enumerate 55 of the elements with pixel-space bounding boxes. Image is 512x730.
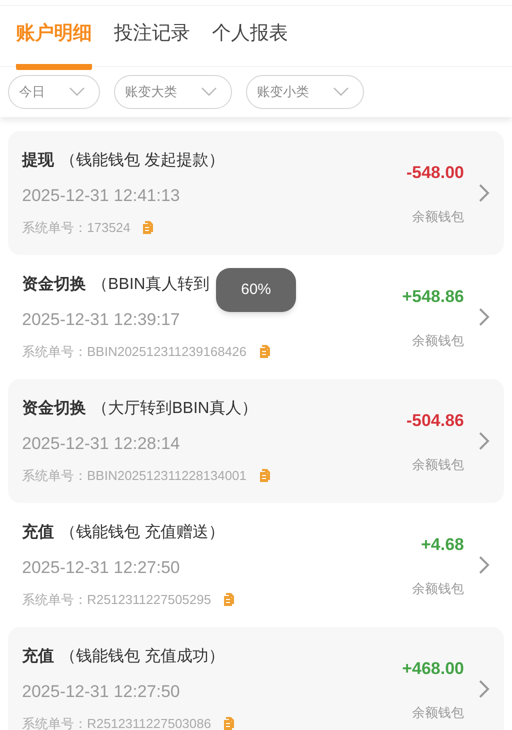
record-detail: （大厅转到BBIN真人）: [92, 398, 258, 418]
amount: -504.86: [406, 410, 464, 432]
wallet-label: 余额钱包: [412, 456, 464, 474]
record-detail: （钱能钱包 发起提款）: [60, 150, 224, 170]
record-detail: （钱能钱包 充值成功）: [60, 646, 224, 666]
record-detail: （BBIN真人转到: [92, 274, 210, 294]
filter-dropdown[interactable]: 账变大类: [114, 75, 232, 109]
wallet-label: 余额钱包: [412, 580, 464, 598]
filter-dropdown[interactable]: 今日: [8, 75, 100, 109]
order-label: 系统单号：: [22, 343, 87, 361]
amount: +4.68: [420, 534, 464, 556]
order-number: 173524: [87, 219, 130, 237]
order-number: R2512311227505295: [87, 591, 212, 609]
tab[interactable]: 投注记录: [114, 20, 190, 70]
record-time: 2025-12-31 12:28:14: [22, 432, 181, 454]
record-card[interactable]: 提现 （钱能钱包 发起提款） 2025-12-31 12:41:13 系统单号：173524 -548.00 余额钱包: [8, 131, 504, 255]
order-number: BBIN202512311228134001: [87, 467, 247, 485]
record-time: 2025-12-31 12:39:17: [22, 308, 181, 330]
record-type: 提现: [22, 150, 54, 170]
copy-icon[interactable]: [221, 592, 236, 608]
chevron-right-icon: [478, 307, 490, 327]
record-detail: （钱能钱包 充值赠送）: [60, 522, 224, 542]
chevron-right-icon: [478, 679, 490, 699]
amount: +468.00: [402, 658, 464, 680]
wallet-label: 余额钱包: [412, 208, 464, 226]
record-type: 充值: [22, 522, 54, 542]
amount: +548.86: [402, 286, 464, 308]
chevron-right-icon: [478, 183, 490, 203]
order-number: R2512311227503086: [87, 715, 212, 730]
wallet-label: 余额钱包: [412, 332, 464, 350]
order-number: BBIN202512311239168426: [87, 343, 247, 361]
record-type: 充值: [22, 646, 54, 666]
tab[interactable]: 个人报表: [212, 20, 288, 70]
chevron-right-icon: [478, 431, 490, 451]
wallet-label: 余额钱包: [412, 704, 464, 722]
record-card[interactable]: 充值 （钱能钱包 充值成功） 2025-12-31 12:27:50 系统单号：R2512311227503086 +468.00 余额钱包: [8, 627, 504, 730]
chevron-down-icon: [201, 87, 217, 97]
order-label: 系统单号：: [22, 467, 87, 485]
chevron-down-icon: [69, 87, 85, 97]
filter-dropdown[interactable]: 账变小类: [246, 75, 364, 109]
copy-icon[interactable]: [140, 220, 154, 236]
order-label: 系统单号：: [22, 715, 87, 730]
order-label: 系统单号：: [22, 219, 87, 237]
chevron-right-icon: [478, 555, 490, 575]
record-type: 资金切换: [22, 274, 86, 294]
record-time: 2025-12-31 12:27:50: [22, 680, 181, 702]
record-card[interactable]: 资金切换 （大厅转到BBIN真人） 2025-12-31 12:28:14 系统单号：BBIN202512311228134001 -504.86 余额钱包: [8, 379, 504, 503]
record-type: 资金切换: [22, 398, 86, 418]
toast: 60%: [216, 268, 296, 312]
record-time: 2025-12-31 12:41:13: [22, 184, 181, 206]
record-time: 2025-12-31 12:27:50: [22, 556, 181, 578]
copy-icon[interactable]: [221, 716, 236, 730]
order-label: 系统单号：: [22, 591, 87, 609]
amount: -548.00: [406, 162, 464, 184]
chevron-down-icon: [333, 87, 349, 97]
